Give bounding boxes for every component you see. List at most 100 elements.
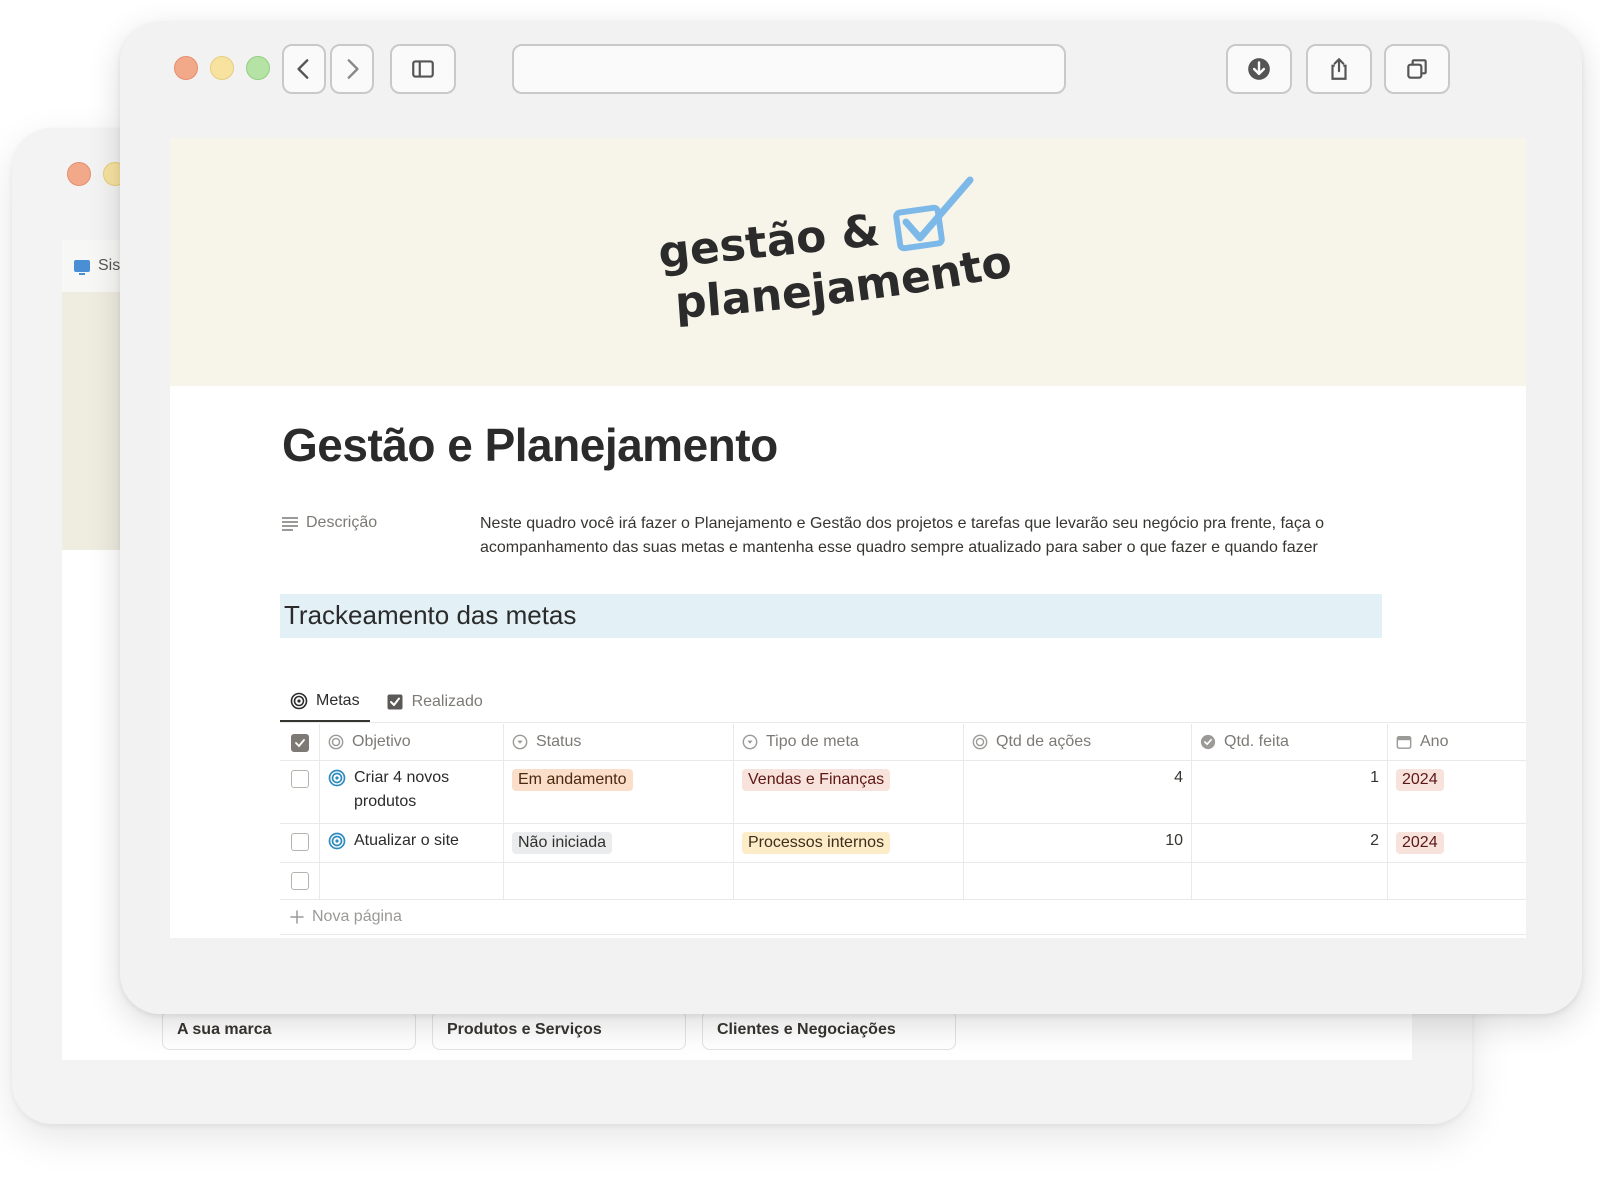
status-icon — [512, 734, 528, 750]
close-window-button[interactable] — [174, 56, 198, 80]
row-select-cell[interactable] — [280, 761, 320, 823]
status-cell[interactable]: Em andamento — [504, 761, 734, 823]
description-property-label[interactable]: Descrição — [282, 512, 480, 560]
page-title: Gestão e Planejamento — [282, 419, 778, 471]
empty-cell[interactable] — [1388, 863, 1526, 899]
target-icon — [328, 832, 346, 850]
forward-icon — [347, 59, 359, 79]
forward-button[interactable] — [330, 44, 374, 94]
minimize-window-button[interactable] — [210, 56, 234, 80]
checkbox-check-icon — [893, 176, 974, 252]
row-checkbox[interactable] — [290, 872, 309, 890]
row-select-cell[interactable] — [280, 824, 320, 862]
section-heading: Trackeamento das metas — [280, 594, 1382, 638]
status-cell[interactable]: Não iniciada — [504, 824, 734, 862]
calendar-icon — [1396, 735, 1412, 749]
page-cover: gestão & planejamento — [170, 138, 1526, 386]
qtd-feita-value: 1 — [1370, 769, 1379, 786]
column-label: Qtd. feita — [1224, 733, 1289, 750]
column-header-status[interactable]: Status — [504, 724, 734, 760]
tabs-icon — [1407, 59, 1427, 79]
column-header-tipo-de-meta[interactable]: Tipo de meta — [734, 724, 964, 760]
download-icon — [1248, 58, 1270, 80]
empty-cell[interactable] — [504, 863, 734, 899]
qtd-feita-cell[interactable]: 2 — [1192, 824, 1388, 862]
status-tag: Em andamento — [512, 769, 633, 791]
address-bar[interactable] — [512, 44, 1066, 94]
empty-cell[interactable] — [734, 863, 964, 899]
qtd-acoes-value: 4 — [1174, 769, 1183, 786]
page-link[interactable]: Atualizar o site — [328, 829, 459, 853]
window-controls — [174, 56, 270, 80]
objetivo-cell[interactable]: Criar 4 novos produtos — [320, 761, 504, 823]
select-icon — [742, 734, 758, 750]
tipo-tag: Vendas e Finanças — [742, 769, 891, 791]
ano-tag: 2024 — [1396, 832, 1444, 854]
card-produtos-servicos[interactable]: Produtos e Serviços — [432, 1010, 686, 1050]
select-all-cell[interactable] — [280, 724, 320, 760]
page-link[interactable]: Criar 4 novos produtos — [328, 766, 495, 814]
objetivo-cell[interactable]: Atualizar o site — [320, 824, 504, 862]
sidebar-toggle-button[interactable] — [390, 44, 456, 94]
column-label: Tipo de meta — [766, 733, 859, 750]
row-select-cell[interactable] — [280, 863, 320, 899]
description-property: Descrição Neste quadro você irá fazer o … — [282, 512, 1382, 560]
new-page-label: Nova página — [312, 908, 402, 925]
table-row-empty[interactable] — [280, 863, 1526, 900]
qtd-acoes-cell[interactable]: 10 — [964, 824, 1192, 862]
column-header-qtd-feita[interactable]: Qtd. feita — [1192, 724, 1388, 760]
ano-cell[interactable]: 2024 — [1388, 761, 1526, 823]
card-a-sua-marca[interactable]: A sua marca — [162, 1010, 416, 1050]
qtd-acoes-cell[interactable]: 4 — [964, 761, 1192, 823]
goals-table: Objetivo Status Tipo de meta Qtd de açõe… — [280, 724, 1526, 900]
tab-label: Metas — [316, 692, 360, 709]
tab-metas[interactable]: Metas — [280, 682, 370, 722]
share-button[interactable] — [1306, 44, 1372, 94]
column-label: Qtd de ações — [996, 733, 1092, 750]
back-icon — [297, 59, 309, 79]
sidebar-icon — [412, 60, 434, 78]
text-lines-icon — [282, 517, 298, 531]
new-page-button[interactable]: Nova página — [290, 908, 402, 926]
table-row[interactable]: Criar 4 novos produtos Em andamento Vend… — [280, 761, 1526, 824]
ano-cell[interactable]: 2024 — [1388, 824, 1526, 862]
card-label: Clientes e Negociações — [717, 1021, 896, 1038]
row-checkbox[interactable] — [290, 770, 309, 788]
tipo-cell[interactable]: Processos internos — [734, 824, 964, 862]
tabs-overview-button[interactable] — [1384, 44, 1450, 94]
checkbox-icon — [387, 694, 403, 710]
empty-cell[interactable] — [320, 863, 504, 899]
tipo-cell[interactable]: Vendas e Finanças — [734, 761, 964, 823]
empty-cell[interactable] — [964, 863, 1192, 899]
property-label-text: Descrição — [306, 514, 378, 531]
row-checkbox[interactable] — [290, 833, 309, 851]
qtd-acoes-value: 10 — [1165, 832, 1183, 849]
database-view-tabs: Metas Realizado — [280, 682, 493, 722]
tipo-tag: Processos internos — [742, 832, 891, 854]
empty-cell[interactable] — [1192, 863, 1388, 899]
description-property-value[interactable]: Neste quadro você irá fazer o Planejamen… — [480, 512, 1382, 560]
target-icon — [290, 692, 308, 710]
card-label: A sua marca — [177, 1021, 272, 1038]
table-bottom-divider — [280, 934, 1526, 935]
check-circle-icon — [1200, 734, 1216, 750]
column-label: Objetivo — [352, 733, 411, 750]
close-window-button[interactable] — [67, 162, 91, 186]
back-button[interactable] — [282, 44, 326, 94]
notion-page: gestão & planejamento Gestão e Planejame… — [170, 138, 1526, 938]
column-header-qtd-de-acoes[interactable]: Qtd de ações — [964, 724, 1192, 760]
target-icon — [328, 769, 346, 787]
column-header-ano[interactable]: Ano — [1388, 724, 1526, 760]
card-clientes-negociacoes[interactable]: Clientes e Negociações — [702, 1010, 956, 1050]
qtd-feita-value: 2 — [1370, 832, 1379, 849]
tab-label: Realizado — [411, 693, 483, 710]
share-icon — [1331, 58, 1347, 80]
qtd-feita-cell[interactable]: 1 — [1192, 761, 1388, 823]
maximize-window-button[interactable] — [246, 56, 270, 80]
table-row[interactable]: Atualizar o site Não iniciada Processos … — [280, 824, 1526, 863]
card-label: Produtos e Serviços — [447, 1021, 602, 1038]
download-button[interactable] — [1226, 44, 1292, 94]
tab-realizado[interactable]: Realizado — [376, 682, 493, 722]
column-header-objetivo[interactable]: Objetivo — [320, 724, 504, 760]
select-all-checkbox[interactable] — [290, 733, 309, 752]
